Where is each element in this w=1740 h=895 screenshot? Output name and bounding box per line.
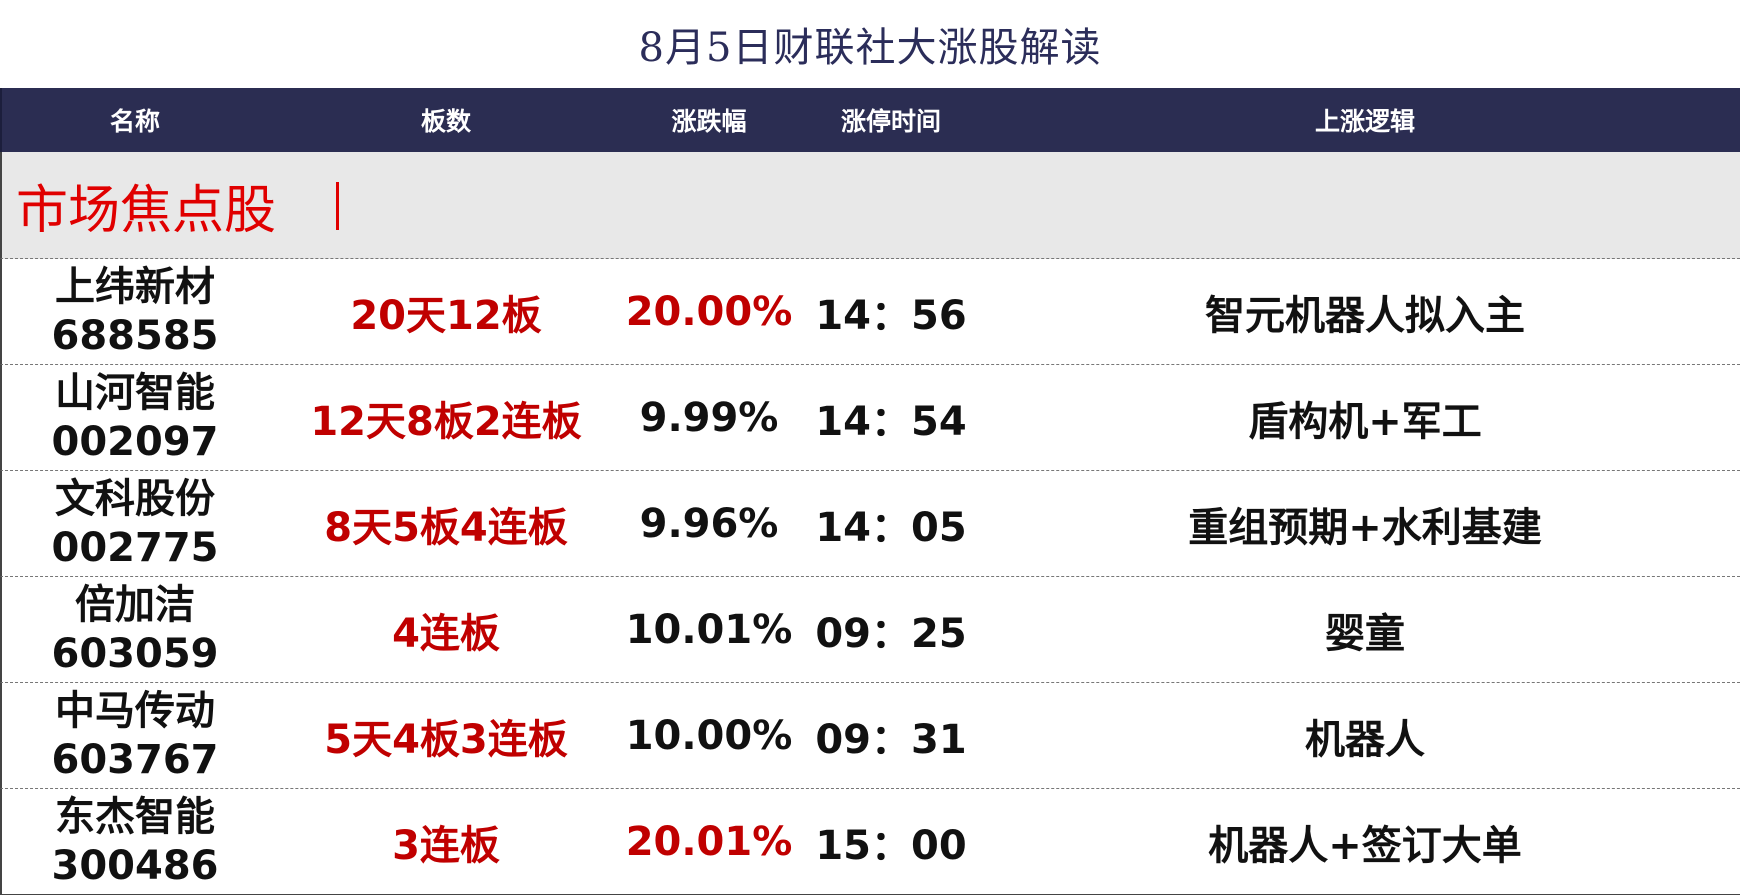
stock-name-cell: 倍加洁 603059: [2, 577, 268, 682]
stock-name: 中马传动: [55, 687, 215, 734]
table-row: 上纬新材 688585 20天12板 20.00% 14：56 智元机器人拟入主: [0, 259, 1740, 365]
table-body: 上纬新材 688585 20天12板 20.00% 14：56 智元机器人拟入主…: [0, 259, 1740, 895]
limit-up-time: 14：05: [815, 504, 967, 551]
limit-up-time: 14：56: [815, 292, 967, 339]
rise-logic: 机器人+签订大单: [1208, 822, 1522, 869]
rise-logic: 机器人: [1305, 716, 1425, 763]
stock-code: 688585: [51, 312, 219, 359]
stock-code: 603059: [51, 630, 219, 677]
board-count: 5天4板3连板: [324, 716, 568, 763]
rise-logic: 婴童: [1325, 610, 1405, 657]
column-header-name: 名称: [109, 107, 160, 136]
board-count: 20天12板: [350, 292, 542, 339]
stock-name: 东杰智能: [55, 793, 215, 840]
rise-logic: 重组预期+水利基建: [1188, 504, 1542, 551]
stock-name-cell: 中马传动 603767: [2, 683, 268, 788]
stock-code: 603767: [51, 736, 219, 783]
stock-name: 上纬新材: [55, 263, 215, 310]
board-count: 4连板: [392, 610, 500, 657]
change-percent: 10.01%: [625, 606, 793, 653]
board-count: 8天5板4连板: [324, 504, 568, 551]
table-row: 东杰智能 300486 3连板 20.01% 15：00 机器人+签订大单: [0, 789, 1740, 895]
column-header-change: 涨跌幅: [671, 107, 747, 136]
limit-up-time: 09：31: [815, 716, 967, 763]
section-header-market-focus: 市场焦点股: [0, 152, 1740, 259]
column-header-logic: 上涨逻辑: [1314, 107, 1415, 136]
limit-up-time: 14：54: [815, 398, 967, 445]
change-percent: 9.99%: [639, 394, 779, 441]
stock-code: 300486: [51, 842, 219, 889]
board-count: 12天8板2连板: [310, 398, 582, 445]
column-header-limit-time: 涨停时间: [840, 107, 941, 136]
limit-up-time: 15：00: [815, 822, 967, 869]
stock-name-cell: 文科股份 002775: [2, 471, 268, 576]
stock-name: 文科股份: [55, 475, 215, 522]
section-label: 市场焦点股: [16, 180, 277, 241]
change-percent: 20.01%: [625, 818, 793, 865]
table-row: 文科股份 002775 8天5板4连板 9.96% 14：05 重组预期+水利基…: [0, 471, 1740, 577]
table-row: 倍加洁 603059 4连板 10.01% 09：25 婴童: [0, 577, 1740, 683]
change-percent: 10.00%: [625, 712, 793, 759]
stock-code: 002097: [51, 418, 219, 465]
page-title: 8月5日财联社大涨股解读: [638, 25, 1102, 71]
board-count: 3连板: [392, 822, 500, 869]
stock-code: 002775: [51, 524, 219, 571]
table-header: 名称 板数 涨跌幅 涨停时间 上涨逻辑: [0, 88, 1740, 152]
change-percent: 9.96%: [639, 500, 779, 547]
table-row: 中马传动 603767 5天4板3连板 10.00% 09：31 机器人: [0, 683, 1740, 789]
column-header-boards: 板数: [420, 107, 471, 136]
table-row: 山河智能 002097 12天8板2连板 9.99% 14：54 盾构机+军工: [0, 365, 1740, 471]
change-percent: 20.00%: [625, 288, 793, 335]
stock-name-cell: 东杰智能 300486: [2, 789, 268, 894]
rise-logic: 智元机器人拟入主: [1205, 292, 1525, 339]
stock-name: 山河智能: [55, 369, 215, 416]
section-divider-bar: [336, 182, 339, 230]
stock-name: 倍加洁: [75, 581, 195, 628]
stock-table: 名称 板数 涨跌幅 涨停时间 上涨逻辑 市场焦点股 上纬新材 688585 20…: [0, 88, 1740, 895]
limit-up-time: 09：25: [815, 610, 967, 657]
rise-logic: 盾构机+军工: [1248, 398, 1482, 445]
stock-name-cell: 上纬新材 688585: [2, 259, 268, 364]
stock-name-cell: 山河智能 002097: [2, 365, 268, 470]
